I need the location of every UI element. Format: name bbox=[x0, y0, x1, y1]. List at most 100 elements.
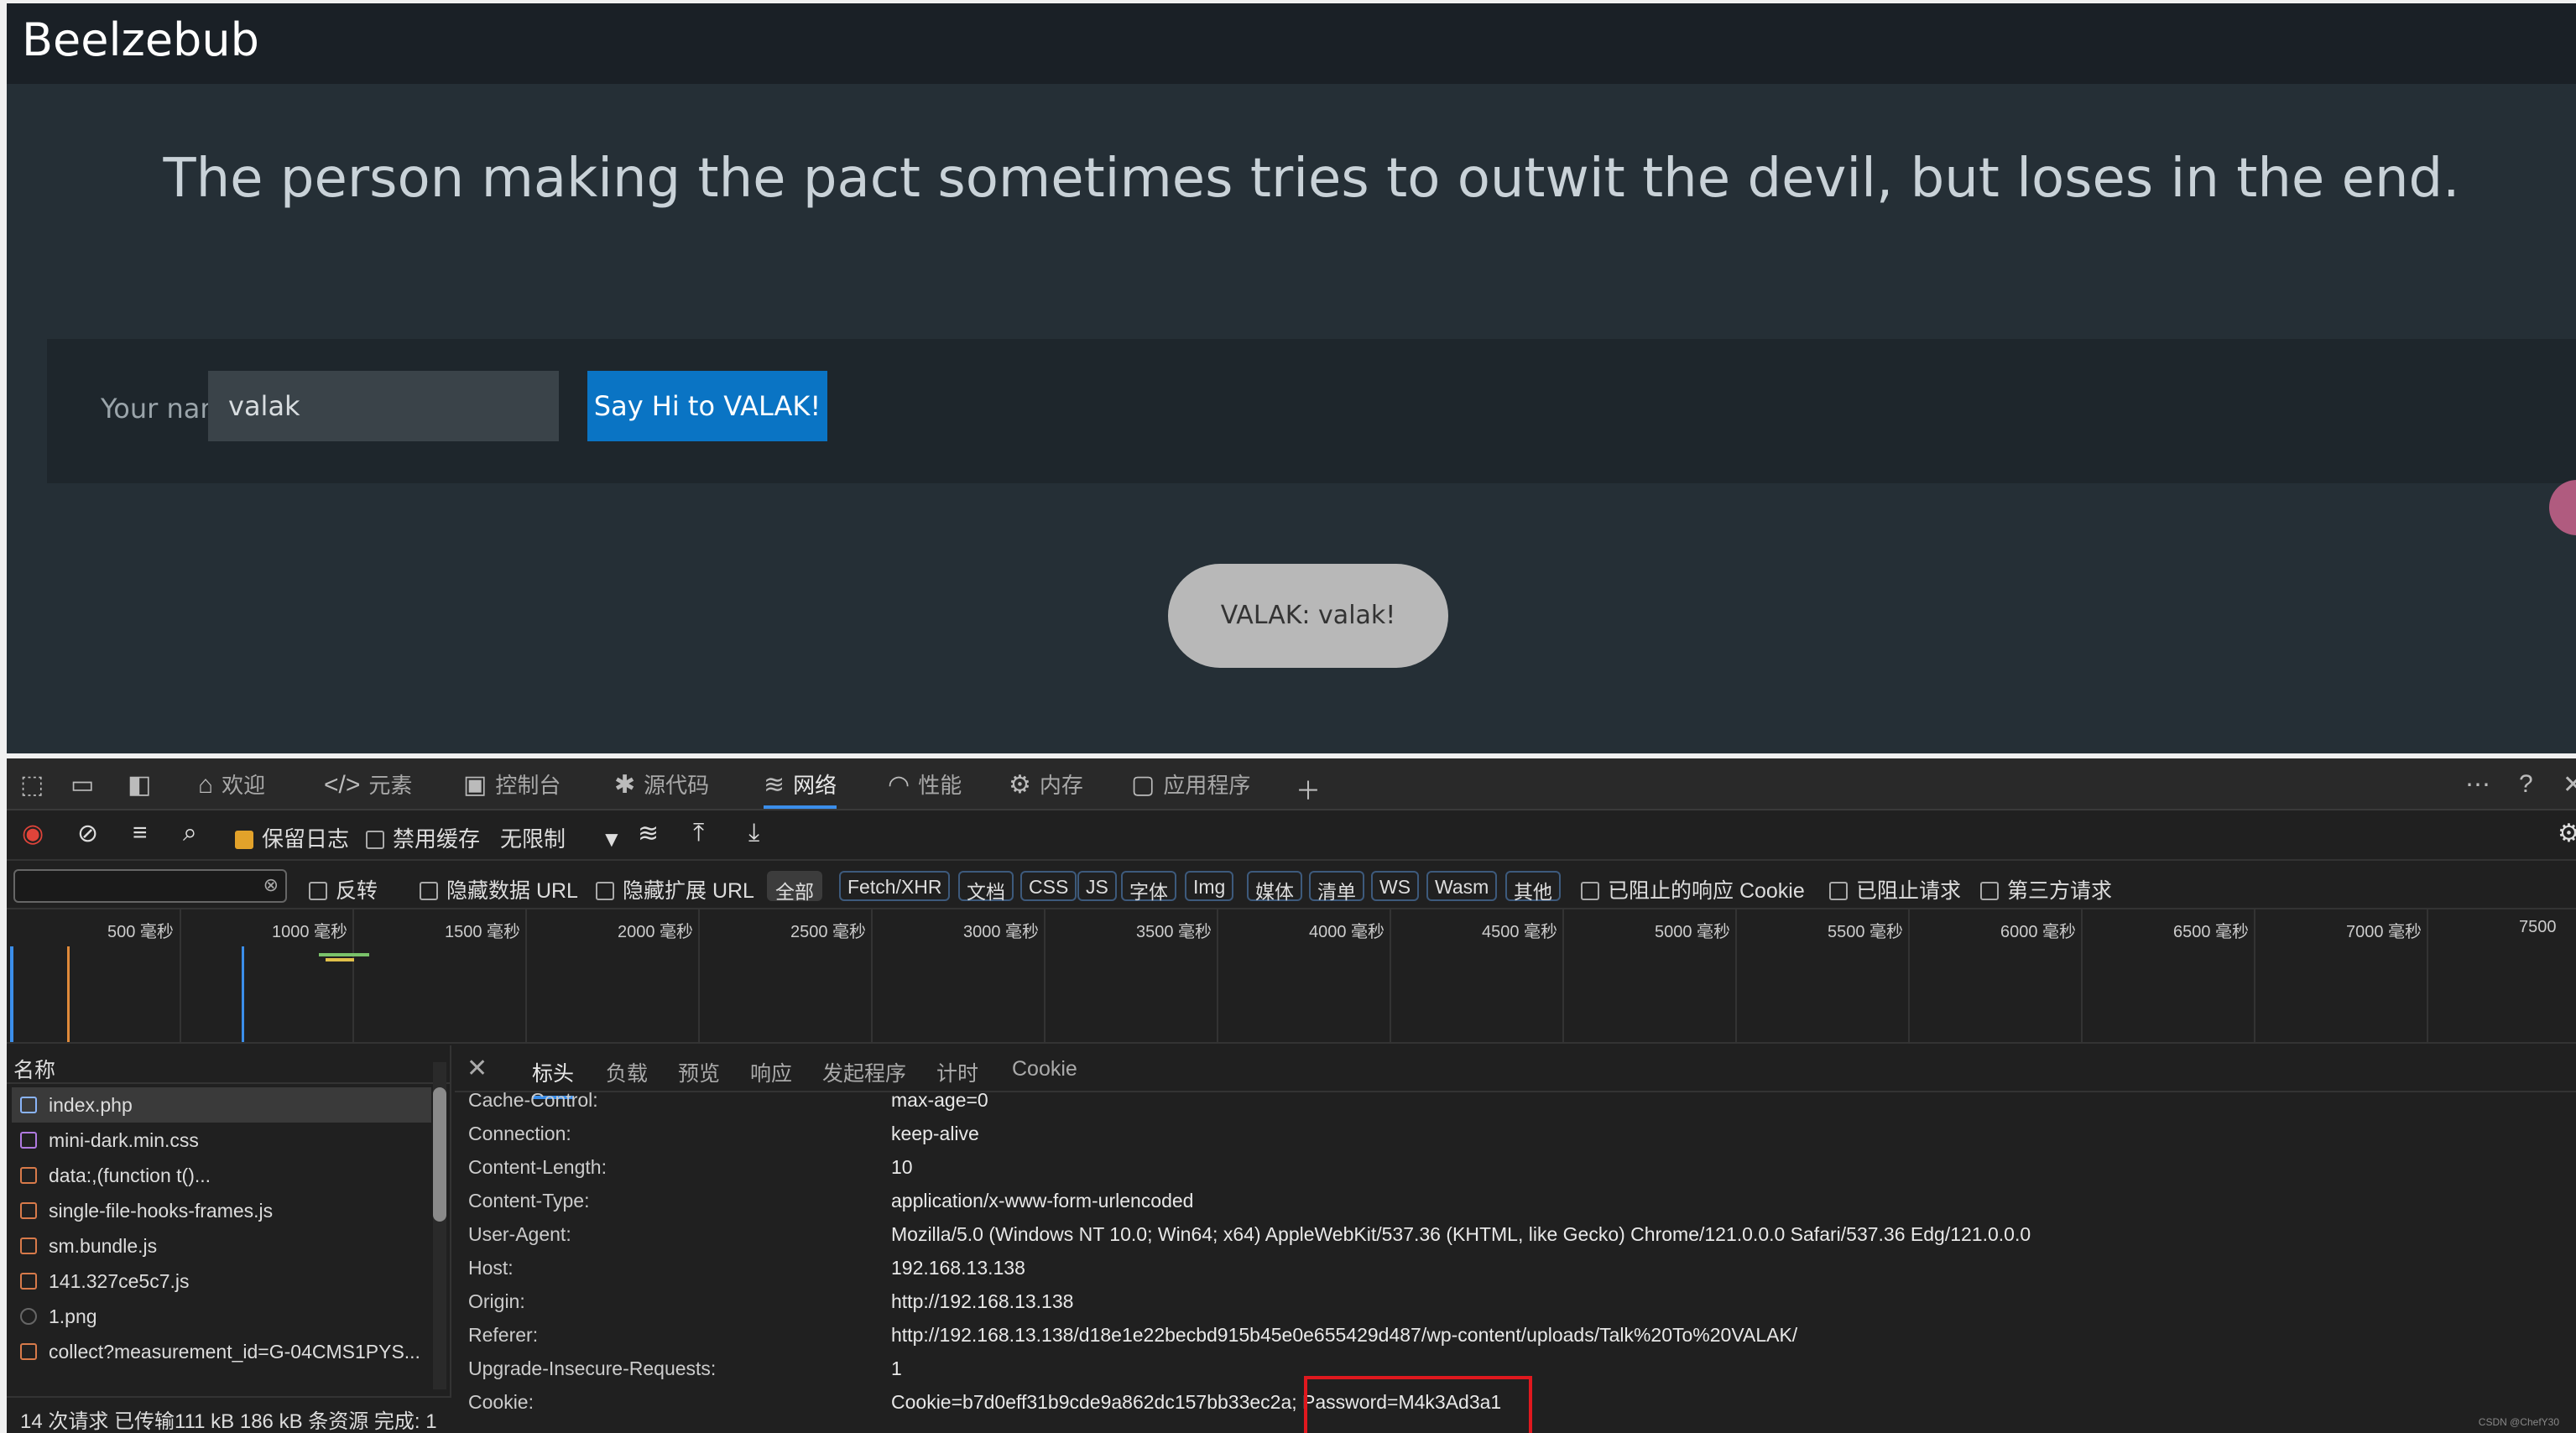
timeline-tick: 500 毫秒 bbox=[107, 923, 174, 941]
device-toolbar-icon[interactable]: ▭ bbox=[70, 770, 94, 800]
filter-bar: ⊗ 反转 隐藏数据 URL 隐藏扩展 URL 全部 Fetch/XHR 文档 C… bbox=[7, 861, 2576, 909]
clear-icon[interactable]: ⊘ bbox=[77, 819, 98, 848]
blocked-requests-toggle[interactable]: 已阻止请求 bbox=[1829, 874, 1961, 904]
filter-chip[interactable]: Img bbox=[1185, 871, 1234, 901]
request-row[interactable]: index.php bbox=[12, 1087, 431, 1123]
tab-cookies[interactable]: Cookie bbox=[1012, 1057, 1077, 1081]
request-list-scrollbar[interactable] bbox=[433, 1062, 446, 1389]
tab-response[interactable]: 响应 bbox=[750, 1057, 792, 1087]
filter-icon[interactable]: ≡ bbox=[133, 819, 148, 847]
tab-payload[interactable]: 负载 bbox=[606, 1057, 648, 1087]
header-name: Content-Length: bbox=[468, 1156, 607, 1178]
tab-application[interactable]: ▢ 应用程序 bbox=[1131, 769, 1250, 809]
network-conditions-icon[interactable]: ≋ bbox=[638, 819, 659, 848]
close-detail-icon[interactable]: ✕ bbox=[467, 1054, 488, 1083]
tab-welcome[interactable]: ⌂ 欢迎 bbox=[198, 769, 265, 809]
brand-title[interactable]: Beelzebub bbox=[22, 13, 259, 66]
preserve-log-toggle[interactable]: 保留日志 bbox=[235, 822, 349, 853]
grid-line bbox=[180, 909, 181, 1042]
filter-input[interactable]: ⊗ bbox=[13, 869, 287, 903]
network-timeline[interactable]: 500 毫秒 1000 毫秒 1500 毫秒 2000 毫秒 2500 毫秒 3… bbox=[7, 909, 2576, 1044]
hide-extension-urls-toggle[interactable]: 隐藏扩展 URL bbox=[596, 874, 754, 904]
devtools-panel: ⬚ ▭ ◧ ⌂ 欢迎 </> 元素 ▣ 控制台 ✱ 源代码 ≋ 网络 ◠ 性能 ⚙ 内存 ▢ 应… bbox=[7, 758, 2576, 1433]
filter-chip[interactable]: Wasm bbox=[1426, 871, 1498, 901]
header-name: Cookie: bbox=[468, 1391, 534, 1413]
column-header-name[interactable]: 名称 bbox=[7, 1045, 450, 1084]
dock-sidebar-icon[interactable]: ◧ bbox=[128, 770, 151, 800]
console-icon: ▣ bbox=[463, 771, 488, 799]
tab-sources[interactable]: ✱ 源代码 bbox=[614, 769, 709, 809]
tab-console[interactable]: ▣ 控制台 bbox=[463, 769, 561, 809]
script-icon bbox=[20, 1202, 37, 1219]
filter-chip[interactable]: 清单 bbox=[1309, 871, 1364, 903]
filter-chip[interactable]: Fetch/XHR bbox=[839, 871, 951, 901]
gauge-icon: ◠ bbox=[888, 771, 910, 799]
disable-cache-toggle[interactable]: 禁用缓存 bbox=[366, 822, 480, 853]
say-hi-button[interactable]: Say Hi to VALAK! bbox=[587, 371, 827, 441]
grid-line bbox=[352, 909, 354, 1042]
blocked-cookies-toggle[interactable]: 已阻止的响应 Cookie bbox=[1581, 874, 1805, 904]
throttle-select[interactable]: 无限制 ▼ bbox=[500, 822, 623, 853]
help-icon[interactable]: ? bbox=[2519, 770, 2533, 799]
import-icon[interactable]: ⤒ bbox=[693, 819, 704, 847]
add-tab-icon[interactable]: ＋ bbox=[1296, 770, 1321, 807]
timeline-tick: 3000 毫秒 bbox=[963, 923, 1040, 941]
third-party-toggle[interactable]: 第三方请求 bbox=[1980, 874, 2112, 904]
filter-chip[interactable]: 全部 bbox=[767, 871, 822, 903]
header-name: Origin: bbox=[468, 1290, 525, 1312]
name-input[interactable] bbox=[208, 371, 559, 441]
tab-elements[interactable]: </> 元素 bbox=[324, 769, 412, 809]
grid-line bbox=[2081, 909, 2083, 1042]
close-devtools-icon[interactable]: ✕ bbox=[2563, 770, 2576, 800]
checkbox-icon bbox=[596, 882, 614, 900]
request-row[interactable]: sm.bundle.js bbox=[12, 1228, 431, 1264]
tab-preview[interactable]: 预览 bbox=[678, 1057, 720, 1087]
grid-line bbox=[1908, 909, 1910, 1042]
checkbox-icon bbox=[1829, 882, 1848, 900]
filter-chip[interactable]: 文档 bbox=[958, 871, 1014, 903]
filter-chip[interactable]: 其他 bbox=[1505, 871, 1561, 903]
request-row[interactable]: single-file-hooks-frames.js bbox=[12, 1193, 431, 1228]
tab-timing[interactable]: 计时 bbox=[936, 1057, 978, 1087]
timeline-bar bbox=[319, 953, 369, 956]
timeline-tick: 7000 毫秒 bbox=[2346, 923, 2422, 941]
tab-performance[interactable]: ◠ 性能 bbox=[888, 769, 962, 809]
devtools-tabbar: ⬚ ▭ ◧ ⌂ 欢迎 </> 元素 ▣ 控制台 ✱ 源代码 ≋ 网络 ◠ 性能 ⚙ 内存 ▢ 应… bbox=[7, 758, 2576, 810]
request-row[interactable]: collect?measurement_id=G-04CMS1PYS... bbox=[12, 1334, 431, 1369]
header-value: max-age=0 bbox=[891, 1089, 988, 1111]
invert-toggle[interactable]: 反转 bbox=[309, 874, 378, 904]
record-icon[interactable]: ◉ bbox=[22, 819, 44, 848]
document-icon bbox=[20, 1097, 37, 1113]
app-icon: ▢ bbox=[1131, 771, 1155, 799]
timeline-tick: 6500 毫秒 bbox=[2173, 923, 2250, 941]
grid-line bbox=[1217, 909, 1218, 1042]
export-icon[interactable]: ⤓ bbox=[748, 819, 759, 847]
script-icon bbox=[20, 1167, 37, 1184]
request-row[interactable]: 141.327ce5c7.js bbox=[12, 1264, 431, 1299]
tab-memory[interactable]: ⚙ 内存 bbox=[1009, 769, 1083, 809]
tab-network[interactable]: ≋ 网络 bbox=[764, 769, 837, 809]
settings-icon[interactable]: ⚙ bbox=[2558, 819, 2576, 848]
request-row[interactable]: 1.png bbox=[12, 1299, 431, 1334]
code-icon: </> bbox=[324, 771, 361, 799]
more-icon[interactable]: ⋯ bbox=[2465, 770, 2490, 800]
filter-chip[interactable]: 媒体 bbox=[1247, 871, 1302, 903]
tab-initiator[interactable]: 发起程序 bbox=[822, 1057, 906, 1087]
search-icon[interactable]: ⌕ bbox=[183, 819, 197, 847]
timeline-bar bbox=[326, 958, 354, 961]
clear-filter-icon[interactable]: ⊗ bbox=[263, 874, 279, 896]
scrollbar-thumb[interactable] bbox=[433, 1087, 446, 1222]
request-row[interactable]: data:,(function t()... bbox=[12, 1158, 431, 1193]
filter-chip[interactable]: JS bbox=[1077, 871, 1117, 901]
inspect-icon[interactable]: ⬚ bbox=[20, 770, 44, 800]
filter-chip[interactable]: 字体 bbox=[1121, 871, 1176, 903]
side-widget-icon[interactable] bbox=[2549, 480, 2576, 535]
header-name: Connection: bbox=[468, 1123, 571, 1144]
network-summary: 14 次请求 已传输111 kB 186 kB 条资源 完成: 1 bbox=[7, 1396, 451, 1433]
request-row[interactable]: mini-dark.min.css bbox=[12, 1123, 431, 1158]
header-value: 192.168.13.138 bbox=[891, 1257, 1025, 1279]
network-toolbar: ◉ ⊘ ≡ ⌕ 保留日志 禁用缓存 无限制 ▼ ≋ ⤒ ⤓ ⚙ bbox=[7, 810, 2576, 861]
hide-data-urls-toggle[interactable]: 隐藏数据 URL bbox=[420, 874, 578, 904]
filter-chip[interactable]: WS bbox=[1371, 871, 1420, 901]
filter-chip[interactable]: CSS bbox=[1020, 871, 1077, 901]
